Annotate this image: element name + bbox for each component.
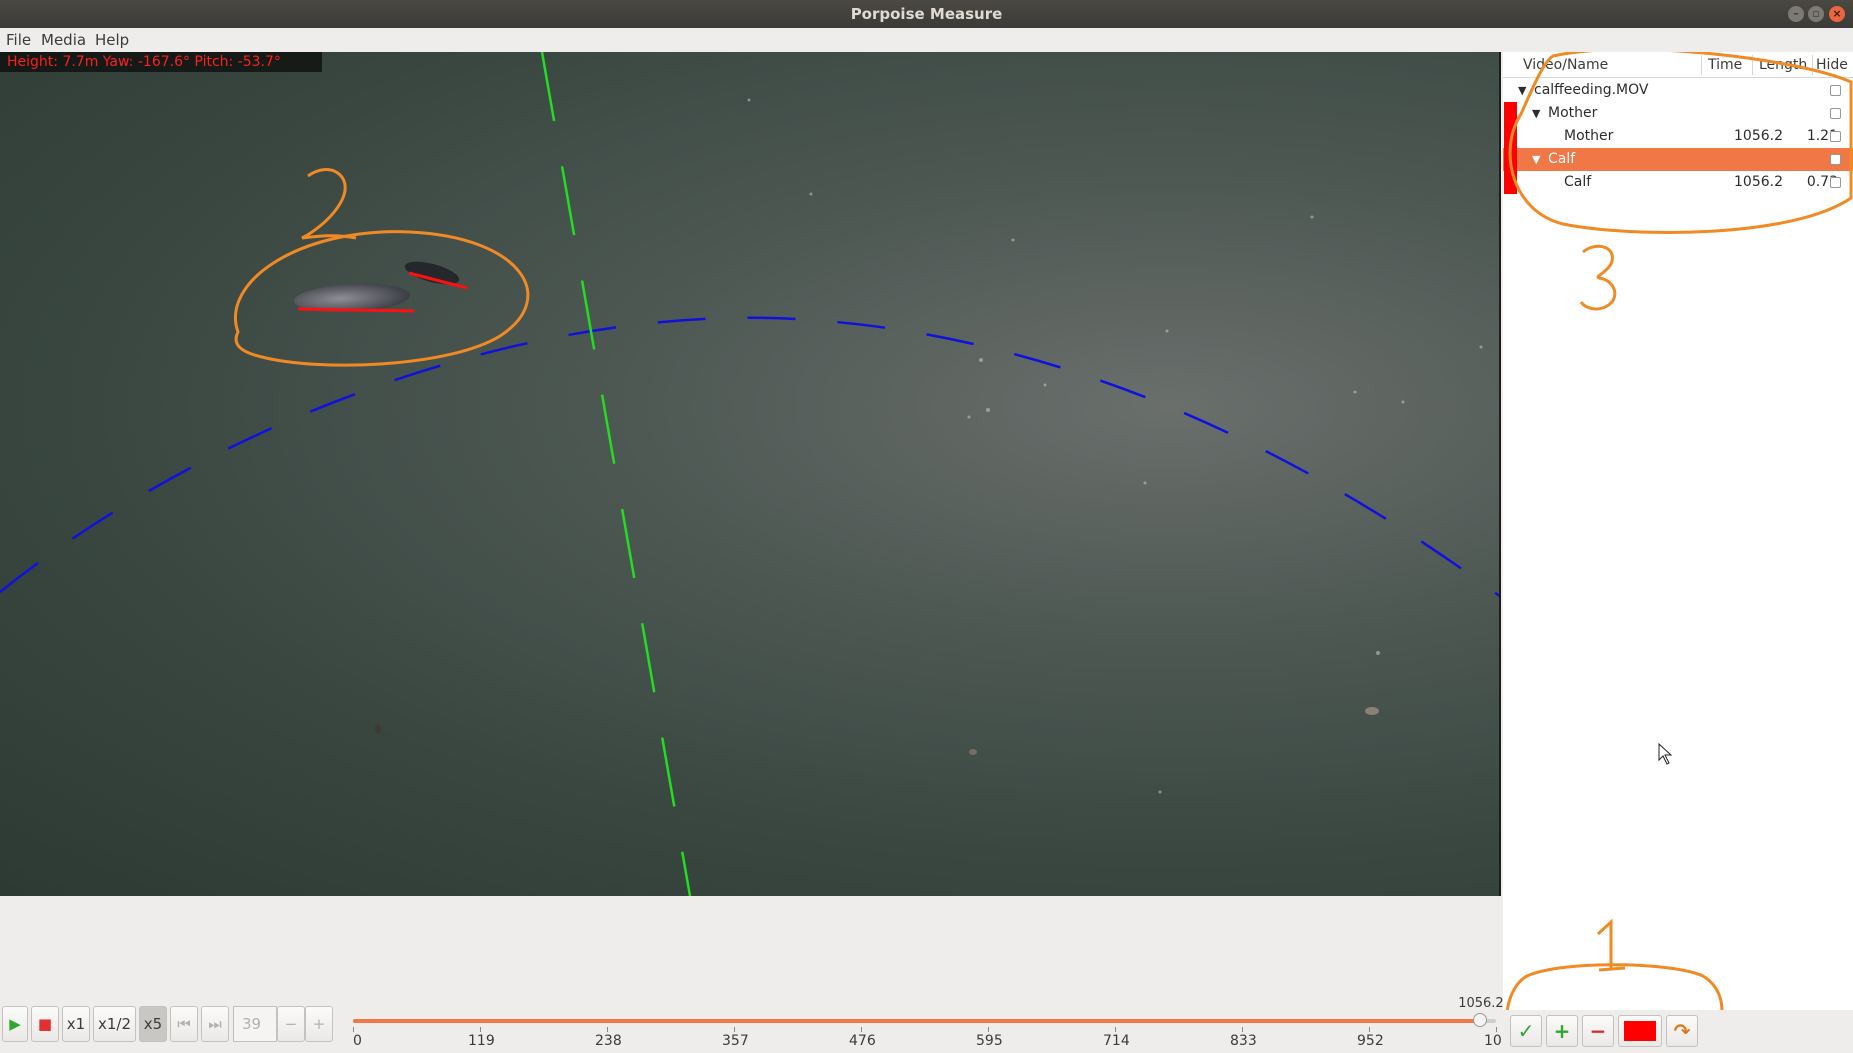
tree-row-time: 1056.2: [1734, 128, 1783, 144]
timeline-tickmark: [1496, 1027, 1497, 1032]
hide-checkbox[interactable]: [1830, 154, 1841, 165]
measurement-tree-panel: Video/Name Time Length Hide ▼ calffeedin…: [1503, 52, 1853, 1010]
stop-icon[interactable]: ■: [31, 1006, 59, 1042]
timeline-tickmark: [861, 1027, 862, 1032]
minimize-icon[interactable]: –: [1788, 6, 1804, 22]
play-icon[interactable]: ▶: [2, 1006, 28, 1042]
timeline-tick-label: 476: [849, 1033, 876, 1049]
mouse-cursor-icon: [1658, 742, 1673, 765]
timeline-tick-label: 952: [1357, 1033, 1384, 1049]
annotation-number-1: [1596, 918, 1626, 972]
timeline-tick-label: 833: [1230, 1033, 1257, 1049]
hide-checkbox[interactable]: [1830, 108, 1841, 119]
color-picker-button[interactable]: [1618, 1015, 1662, 1047]
tree-row-measurement-mother[interactable]: Mother 1056.2 1.21: [1503, 125, 1853, 148]
tree-row-group-mother[interactable]: ▼ Mother: [1503, 102, 1853, 125]
menu-file[interactable]: File: [6, 31, 31, 49]
add-measurement-icon[interactable]: +: [1546, 1015, 1578, 1047]
menu-media[interactable]: Media: [41, 31, 86, 49]
tree-row-name: Calf: [1548, 151, 1576, 167]
sea-specks: [375, 98, 1483, 794]
timeline-tickmark: [1115, 1027, 1116, 1032]
telemetry-overlay: Height: 7.7m Yaw: -167.6° Pitch: -53.7°: [0, 52, 322, 72]
timeline-value-label: 1056.2: [1458, 996, 1504, 1011]
color-marker: [1504, 171, 1517, 194]
expand-triangle-icon[interactable]: ▼: [1532, 148, 1540, 171]
hide-checkbox[interactable]: [1830, 85, 1841, 96]
timeline-tickmark: [607, 1027, 608, 1032]
column-header-time[interactable]: Time: [1708, 57, 1742, 73]
timeline-tick-label: 714: [1103, 1033, 1130, 1049]
column-header-hide[interactable]: Hide: [1816, 57, 1848, 73]
window-titlebar: Porpoise Measure – ▫ ×: [0, 0, 1853, 28]
timeline-handle[interactable]: [1473, 1013, 1488, 1027]
column-header-length[interactable]: Length: [1759, 57, 1807, 73]
tree-row-name: Mother: [1548, 105, 1598, 121]
panel-annotations: [1506, 52, 1853, 1010]
tree-row-name: calffeeding.MOV: [1534, 82, 1649, 98]
expand-triangle-icon[interactable]: ▼: [1532, 102, 1540, 125]
tree-row-video[interactable]: ▼ calffeeding.MOV: [1503, 79, 1853, 102]
tree-row-time: 1056.2: [1734, 174, 1783, 190]
remove-measurement-icon[interactable]: −: [1582, 1015, 1614, 1047]
tree-row-group-calf[interactable]: ▼ Calf: [1503, 148, 1853, 171]
tree-row-name: Mother: [1564, 128, 1614, 144]
maximize-icon[interactable]: ▫: [1808, 6, 1824, 22]
hide-checkbox[interactable]: [1830, 177, 1841, 188]
annotation-number-3: [1579, 244, 1617, 311]
menu-bar: File Media Help: [0, 28, 1853, 52]
video-overlay-graphics: [0, 52, 1499, 896]
playback-controls: ▶ ■ x1 x1/2 x5 ⏮ ⏭ 39 − + 1056.2 0 119 238…: [0, 896, 1520, 1053]
window-title: Porpoise Measure: [850, 5, 1003, 23]
speed-half-button[interactable]: x1/2: [93, 1006, 136, 1042]
horizon-arc: [0, 316, 1499, 598]
speed-x1-button[interactable]: x1: [62, 1006, 90, 1042]
decrement-button[interactable]: −: [277, 1006, 305, 1042]
timeline-tick-label: 119: [468, 1033, 495, 1049]
timeline-tickmark: [988, 1027, 989, 1032]
menu-help[interactable]: Help: [95, 31, 129, 49]
timeline-tickmark: [1369, 1027, 1370, 1032]
vertical-gridline: [540, 52, 692, 896]
accept-icon[interactable]: ✓: [1510, 1015, 1542, 1047]
timeline-tick-label: 595: [976, 1033, 1003, 1049]
speed-x5-button[interactable]: x5: [139, 1006, 167, 1042]
prev-frame-icon[interactable]: ⏮: [170, 1006, 198, 1042]
color-marker: [1504, 102, 1517, 125]
timeline-tickmark: [1242, 1027, 1243, 1032]
color-swatch: [1624, 1021, 1656, 1041]
tree-row-name: Calf: [1564, 174, 1592, 190]
column-header-name[interactable]: Video/Name: [1523, 57, 1608, 73]
color-marker: [1504, 125, 1517, 148]
video-view[interactable]: Height: 7.7m Yaw: -167.6° Pitch: -53.7°: [0, 52, 1501, 896]
next-frame-icon[interactable]: ⏭: [201, 1006, 229, 1042]
timeline-slider[interactable]: [353, 1019, 1496, 1023]
increment-button[interactable]: +: [305, 1006, 333, 1042]
annotation-number-2: [301, 168, 357, 240]
tree-row-measurement-calf[interactable]: Calf 1056.2 0.73: [1503, 171, 1853, 194]
timeline-tick-label: 238: [595, 1033, 622, 1049]
timeline-tickmark: [734, 1027, 735, 1032]
export-icon[interactable]: ↷: [1666, 1015, 1698, 1047]
timeline-tick-label: 357: [722, 1033, 749, 1049]
timeline-progress: [353, 1019, 1481, 1023]
close-icon[interactable]: ×: [1829, 6, 1845, 22]
timeline-tickmark: [353, 1027, 354, 1032]
tree-header: Video/Name Time Length Hide: [1503, 52, 1853, 78]
frame-step-field[interactable]: 39: [233, 1006, 277, 1042]
color-marker: [1504, 148, 1517, 171]
panel-toolbar: ✓ + − ↷: [1503, 1010, 1853, 1053]
hide-checkbox[interactable]: [1830, 131, 1841, 142]
expand-triangle-icon[interactable]: ▼: [1518, 79, 1526, 102]
timeline-tickmark: [480, 1027, 481, 1032]
timeline-tick-label: 0: [353, 1033, 362, 1049]
